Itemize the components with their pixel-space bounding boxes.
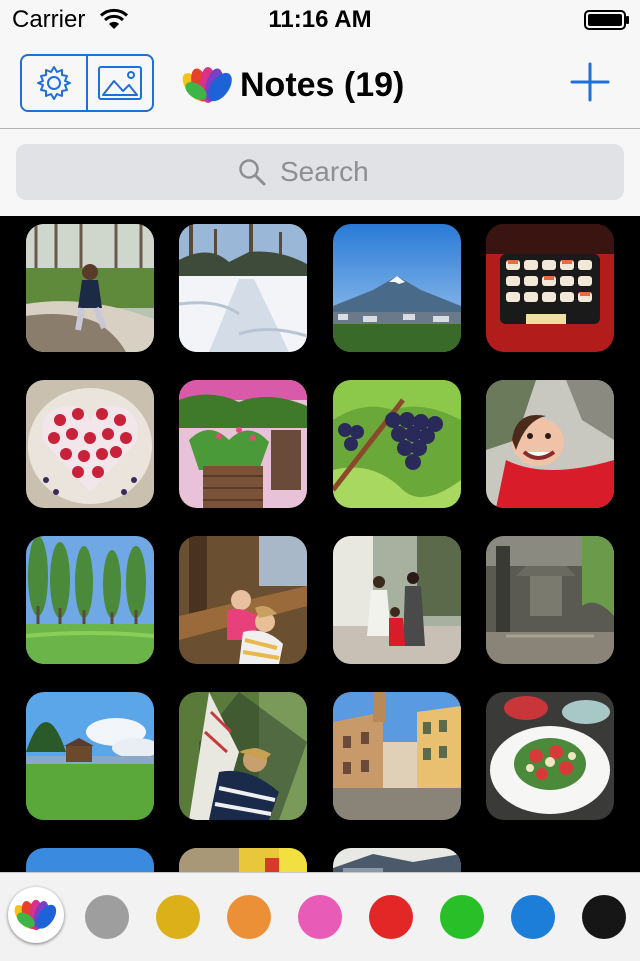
app-logo-icon: [14, 899, 57, 931]
swatch-black[interactable]: [582, 895, 626, 939]
swatch-orange[interactable]: [227, 895, 271, 939]
image-icon: [98, 66, 142, 100]
color-palette-bar: [0, 872, 640, 961]
photo-thumb-flower-balcony[interactable]: [179, 380, 307, 508]
swatch-pink[interactable]: [298, 895, 342, 939]
photo-thumb-family-walk[interactable]: [333, 536, 461, 664]
photo-thumb-girl-in-park[interactable]: [26, 224, 154, 352]
status-bar: Carrier 11:16 AM: [0, 0, 640, 40]
photo-thumb-snowy-path[interactable]: [179, 224, 307, 352]
search-field[interactable]: [16, 144, 624, 200]
photo-thumb-lakeside-meadow[interactable]: [26, 692, 154, 820]
photo-thumb-hammock-nap[interactable]: [179, 692, 307, 820]
settings-button[interactable]: [22, 56, 86, 110]
swatch-gray[interactable]: [85, 895, 129, 939]
search-input[interactable]: [278, 155, 402, 189]
photo-thumb-sky-partial[interactable]: [26, 848, 154, 872]
title-group: Notes (19): [182, 64, 404, 106]
search-bar: [0, 129, 640, 216]
page-title: Notes (19): [240, 65, 405, 104]
photo-thumb-italian-street[interactable]: [333, 692, 461, 820]
photo-thumb-sushi-tray[interactable]: [486, 224, 614, 352]
photo-thumb-berry-cake[interactable]: [26, 380, 154, 508]
swatch-red[interactable]: [369, 895, 413, 939]
photo-thumb-playground-partial[interactable]: [179, 848, 307, 872]
photo-thumb-kids-on-bench[interactable]: [179, 536, 307, 664]
gear-icon: [37, 66, 71, 100]
photo-thumb-salad-plate[interactable]: [486, 692, 614, 820]
battery-icon: [584, 10, 629, 30]
add-note-button[interactable]: [570, 62, 610, 102]
swatch-green[interactable]: [440, 895, 484, 939]
magnifier-icon: [239, 159, 266, 186]
photo-thumb-tree-avenue[interactable]: [26, 536, 154, 664]
photo-grid: [0, 216, 640, 872]
swatch-blue[interactable]: [511, 895, 555, 939]
all-colors-button[interactable]: [8, 887, 64, 943]
photo-thumb-mount-fuji[interactable]: [333, 224, 461, 352]
photo-thumb-grapes[interactable]: [333, 380, 461, 508]
photo-thumb-child-smiling[interactable]: [486, 380, 614, 508]
photo-thumb-building-partial[interactable]: [333, 848, 461, 872]
app-logo-icon: [182, 67, 232, 103]
status-time: 11:16 AM: [268, 6, 372, 33]
photo-thumb-temple-garden[interactable]: [486, 536, 614, 664]
swatch-yellow[interactable]: [156, 895, 200, 939]
nav-bar: Notes (19): [0, 40, 640, 129]
mode-segmented-control[interactable]: [20, 54, 154, 112]
gallery-button[interactable]: [86, 56, 152, 110]
